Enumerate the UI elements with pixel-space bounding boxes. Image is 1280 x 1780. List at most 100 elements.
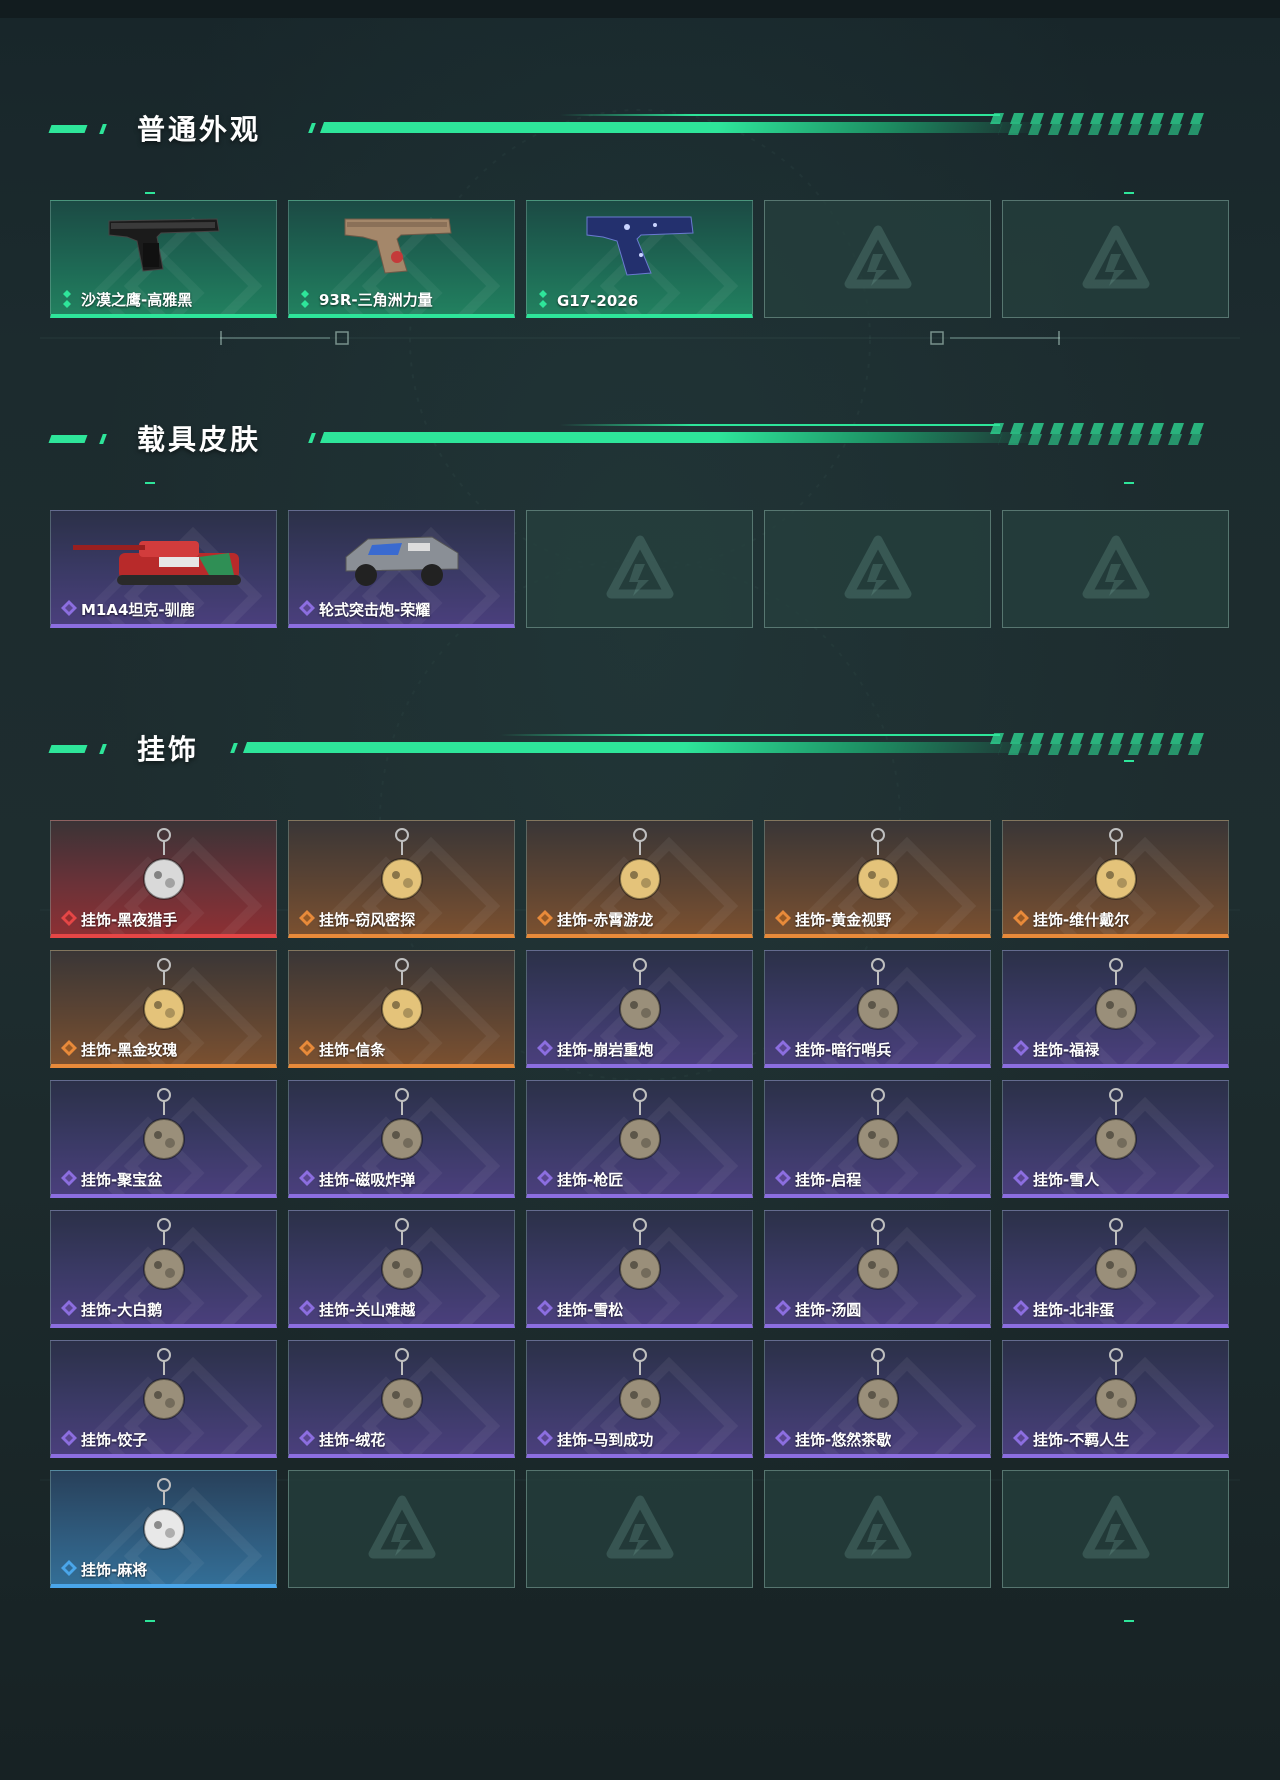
item-name: 挂饰-赤霄游龙	[557, 911, 654, 929]
charm-image-icon	[856, 1348, 899, 1420]
item-card[interactable]: 挂饰-崩岩重炮	[526, 950, 753, 1068]
corner-tick	[145, 482, 155, 484]
header-line	[560, 114, 1000, 116]
rarity-icon	[1013, 1300, 1029, 1316]
item-card[interactable]: 挂饰-福禄	[1002, 950, 1229, 1068]
armored-car-icon	[345, 536, 458, 586]
item-card[interactable]: 挂饰-麻将	[50, 1470, 277, 1588]
header-dash	[48, 125, 88, 133]
charm-image-icon	[142, 1478, 185, 1550]
item-card[interactable]: 挂饰-赤霄游龙	[526, 820, 753, 938]
item-card[interactable]: 轮式突击炮-荣耀	[288, 510, 515, 628]
charm-image-icon	[142, 1348, 185, 1420]
item-card[interactable]: 挂饰-维什戴尔	[1002, 820, 1229, 938]
item-card[interactable]: 挂饰-不羁人生	[1002, 1340, 1229, 1458]
header-bar	[319, 122, 1045, 133]
item-card[interactable]: 挂饰-悠然茶歇	[764, 1340, 991, 1458]
charm-image-icon	[142, 1218, 185, 1290]
item-name: 挂饰-不羁人生	[1033, 1431, 1130, 1449]
rarity-icon	[1013, 1040, 1029, 1056]
corner-tick	[1124, 1620, 1134, 1622]
item-name: 挂饰-暗行哨兵	[795, 1041, 892, 1059]
item-name: 挂饰-启程	[795, 1171, 862, 1189]
item-card[interactable]: 挂饰-汤圆	[764, 1210, 991, 1328]
rarity-icon	[775, 910, 791, 926]
charm-image-icon	[1094, 1348, 1137, 1420]
charm-image-icon	[618, 1348, 661, 1420]
item-card[interactable]: 挂饰-黑夜猎手	[50, 820, 277, 938]
rarity-icon	[1013, 1430, 1029, 1446]
pistol-tan-icon	[344, 218, 452, 274]
rarity-icon	[299, 910, 315, 926]
item-card[interactable]: G17-2026	[526, 200, 753, 318]
item-card[interactable]: 93R-三角洲力量	[288, 200, 515, 318]
item-card[interactable]: 挂饰-雪人	[1002, 1080, 1229, 1198]
delta-logo-icon	[1082, 1495, 1149, 1559]
empty-slot	[1002, 1470, 1229, 1588]
item-card[interactable]: 挂饰-大白鹅	[50, 1210, 277, 1328]
item-name: 93R-三角洲力量	[319, 291, 433, 309]
item-card[interactable]: 挂饰-聚宝盆	[50, 1080, 277, 1198]
item-card[interactable]: 挂饰-雪松	[526, 1210, 753, 1328]
item-name: 挂饰-关山难越	[319, 1301, 416, 1319]
item-card[interactable]: M1A4坦克-驯鹿	[50, 510, 277, 628]
item-card[interactable]: 沙漠之鹰-高雅黑	[50, 200, 277, 318]
section-header-vehicle: 载具皮肤	[0, 408, 1280, 468]
item-name: 挂饰-崩岩重炮	[557, 1041, 654, 1059]
item-card[interactable]: 挂饰-关山难越	[288, 1210, 515, 1328]
charm-image-icon	[380, 1348, 423, 1420]
header-bar	[319, 432, 1045, 443]
charm-image-icon	[856, 1218, 899, 1290]
empty-slot	[526, 1470, 753, 1588]
empty-slot	[288, 1470, 515, 1588]
rarity-icon	[299, 1300, 315, 1316]
rarity-icon	[61, 1170, 77, 1186]
rarity-icon	[61, 1430, 77, 1446]
header-dash	[48, 745, 88, 753]
rarity-icon	[1013, 910, 1029, 926]
item-name: 挂饰-信条	[319, 1041, 386, 1059]
rarity-icon	[61, 1300, 77, 1316]
empty-slot	[764, 200, 991, 318]
corner-tick	[1124, 192, 1134, 194]
item-card[interactable]: 挂饰-磁吸炸弹	[288, 1080, 515, 1198]
item-card[interactable]: 挂饰-信条	[288, 950, 515, 1068]
item-name: 挂饰-饺子	[81, 1431, 148, 1449]
item-card[interactable]: 挂饰-启程	[764, 1080, 991, 1198]
item-card[interactable]: 挂饰-黑金玫瑰	[50, 950, 277, 1068]
tank-icon	[72, 541, 241, 585]
item-card[interactable]: 挂饰-马到成功	[526, 1340, 753, 1458]
rarity-icon	[537, 910, 553, 926]
rarity-icon	[61, 1560, 77, 1576]
charm-image-icon	[618, 1218, 661, 1290]
rarity-icon	[61, 1040, 77, 1056]
top-bar	[0, 0, 1280, 18]
item-name: 挂饰-北非蛋	[1033, 1301, 1115, 1319]
item-card[interactable]: 挂饰-枪匠	[526, 1080, 753, 1198]
item-name: 挂饰-窃风密探	[319, 911, 416, 929]
item-card[interactable]: 挂饰-黄金视野	[764, 820, 991, 938]
item-card[interactable]: 挂饰-窃风密探	[288, 820, 515, 938]
item-name: 挂饰-大白鹅	[81, 1301, 163, 1319]
charm-image-icon	[142, 828, 185, 900]
charm-image-icon	[380, 1218, 423, 1290]
pistol-blue-icon	[586, 216, 694, 276]
item-name: 挂饰-磁吸炸弹	[319, 1171, 416, 1189]
rarity-icon	[537, 1300, 553, 1316]
item-name: 挂饰-雪松	[557, 1301, 624, 1319]
charm-image-icon	[856, 958, 899, 1030]
charm-image-icon	[618, 828, 661, 900]
charm-image-icon	[142, 1088, 185, 1160]
item-card[interactable]: 挂饰-北非蛋	[1002, 1210, 1229, 1328]
item-card[interactable]: 挂饰-绒花	[288, 1340, 515, 1458]
item-name: 轮式突击炮-荣耀	[319, 601, 431, 619]
item-card[interactable]: 挂饰-暗行哨兵	[764, 950, 991, 1068]
item-card[interactable]: 挂饰-饺子	[50, 1340, 277, 1458]
charm-image-icon	[1094, 828, 1137, 900]
rarity-icon	[775, 1170, 791, 1186]
charm-image-icon	[142, 958, 185, 1030]
item-name: 挂饰-维什戴尔	[1033, 911, 1130, 929]
charm-image-icon	[380, 958, 423, 1030]
rarity-icon	[301, 290, 309, 308]
corner-tick	[145, 192, 155, 194]
